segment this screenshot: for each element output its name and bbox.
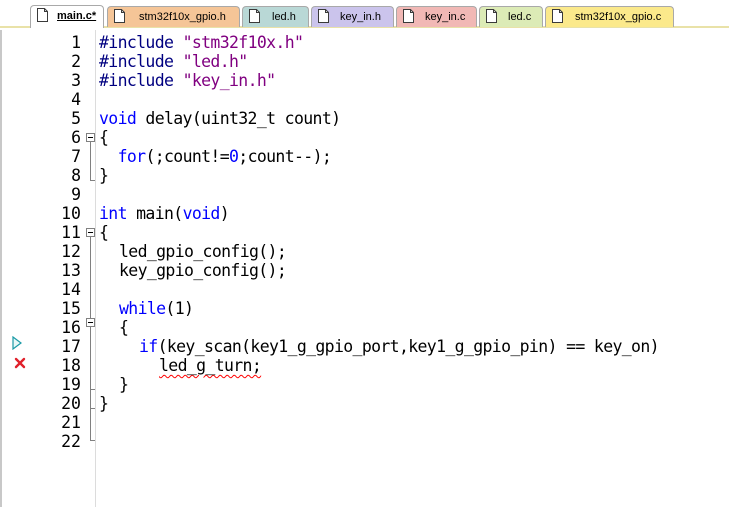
fold-line	[90, 327, 91, 440]
line-number: 3	[71, 71, 81, 90]
code-line: while(1)	[119, 299, 194, 318]
keyword: void	[99, 109, 137, 128]
tab-label: led.h	[272, 11, 296, 23]
keyword: while	[119, 299, 166, 318]
keyword: int	[99, 204, 128, 223]
keyword: void	[182, 204, 221, 223]
line-number: 21	[61, 413, 81, 432]
line-number: 17	[61, 337, 81, 356]
code-line: {	[99, 128, 109, 147]
keyword: for	[117, 147, 147, 166]
code-line: }	[99, 166, 109, 185]
line-number: 8	[71, 166, 81, 185]
error-squiggle-text[interactable]: led_g_turn;	[159, 356, 262, 375]
code-line: if(key_scan(key1_g_gpio_port,key1_g_gpio…	[139, 337, 660, 356]
code-line: led_gpio_config();	[119, 242, 287, 261]
line-number: 11	[61, 223, 81, 242]
tab-led-h[interactable]: led.h	[242, 6, 309, 27]
preprocessor-directive: #include	[99, 33, 174, 52]
tab-stm32f10x-gpio-c[interactable]: stm32f10x_gpio.c	[545, 6, 674, 27]
code-line: {	[119, 318, 129, 337]
line-number: 6	[71, 128, 81, 147]
line-number: 19	[61, 375, 81, 394]
string-literal: "key_in.h"	[182, 71, 276, 90]
fold-end-marker	[90, 389, 95, 390]
line-number: 1	[71, 33, 81, 52]
tab-led-c[interactable]: led.c	[479, 6, 543, 27]
fold-line	[90, 142, 91, 180]
document-icon	[114, 9, 125, 23]
preprocessor-directive: #include	[99, 71, 174, 90]
code-line: }	[119, 375, 129, 394]
tab-key-in-h[interactable]: key_in.h	[311, 6, 394, 27]
code-line: int main(void)	[99, 204, 230, 223]
document-icon	[486, 9, 497, 23]
code-line: #include "led.h"	[99, 52, 248, 71]
line-number: 16	[61, 318, 81, 337]
preprocessor-directive: #include	[99, 52, 174, 71]
keyword: if	[139, 337, 158, 356]
tab-label: led.c	[508, 11, 532, 23]
document-icon	[249, 9, 260, 23]
line-number: 7	[71, 147, 81, 166]
code-text: (key_scan(key1_g_gpio_port,key1_g_gpio_p…	[157, 337, 660, 356]
document-icon	[318, 9, 329, 23]
line-number: 4	[71, 90, 81, 109]
fold-end-marker	[90, 408, 95, 409]
string-literal: "stm32f10x.h"	[182, 33, 304, 52]
fold-collapse-icon[interactable]	[86, 133, 95, 142]
code-text: main(	[126, 204, 183, 223]
document-icon	[403, 9, 414, 23]
line-number: 14	[61, 280, 81, 299]
code-line-error: led_g_turn;	[159, 356, 262, 375]
code-text: delay(uint32_t count)	[136, 109, 341, 128]
code-line: key_gpio_config();	[119, 261, 287, 280]
code-text: )	[219, 204, 230, 223]
error-x-icon[interactable]	[14, 357, 26, 369]
tab-label: key_in.h	[340, 11, 381, 23]
code-line: #include "stm32f10x.h"	[99, 33, 304, 52]
fold-line	[90, 237, 91, 318]
tab-label: main.c*	[57, 10, 97, 22]
fold-collapse-icon[interactable]	[86, 318, 95, 327]
bookmark-arrow-icon[interactable]	[12, 336, 22, 350]
line-number: 2	[71, 52, 81, 71]
code-text: (;count!=	[145, 147, 229, 166]
code-text: ;count--);	[238, 147, 332, 166]
document-icon	[552, 9, 563, 23]
code-text: (1)	[165, 299, 194, 318]
line-number: 20	[61, 394, 81, 413]
fold-end-marker	[90, 180, 95, 181]
tab-stm32f10x-gpio-h[interactable]: stm32f10x_gpio.h	[107, 6, 240, 27]
tab-main-c[interactable]: main.c*	[30, 5, 104, 28]
code-line: {	[99, 223, 109, 242]
line-number: 15	[61, 299, 81, 318]
line-number: 10	[61, 204, 81, 223]
line-number: 9	[71, 185, 81, 204]
tab-label: stm32f10x_gpio.h	[139, 11, 226, 23]
fold-collapse-icon[interactable]	[86, 228, 95, 237]
code-line: void delay(uint32_t count)	[99, 109, 341, 128]
fold-end-marker	[90, 440, 95, 441]
line-number: 13	[61, 261, 81, 280]
code-line: #include "key_in.h"	[99, 71, 276, 90]
tab-label: stm32f10x_gpio.c	[575, 11, 662, 23]
gutter-separator	[95, 30, 96, 507]
code-line: }	[99, 394, 109, 413]
number-literal: 0	[229, 147, 239, 166]
tab-key-in-c[interactable]: key_in.c	[396, 6, 477, 27]
line-number: 12	[61, 242, 81, 261]
string-literal: "led.h"	[182, 52, 249, 71]
line-number: 5	[71, 109, 81, 128]
line-number: 18	[61, 356, 81, 375]
tab-label: key_in.c	[425, 11, 466, 23]
code-line: for(;count!=0;count--);	[99, 147, 332, 166]
document-icon	[37, 8, 48, 22]
line-number: 22	[61, 432, 81, 451]
